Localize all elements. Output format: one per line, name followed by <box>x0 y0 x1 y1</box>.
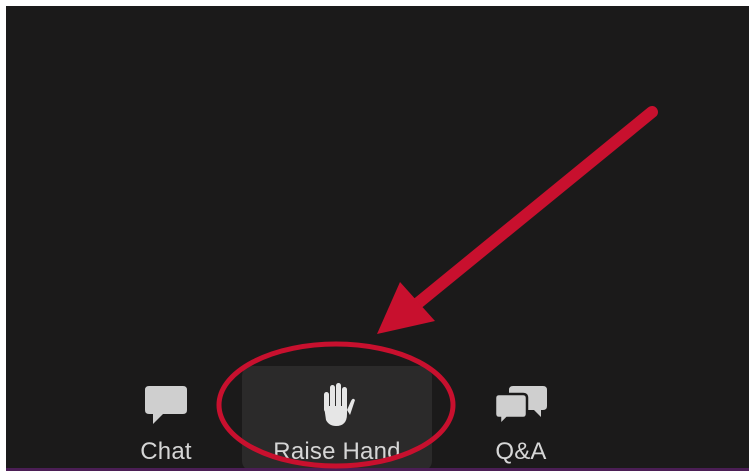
chat-bubble-icon <box>143 384 189 426</box>
raise-hand-label: Raise Hand <box>273 438 401 465</box>
qa-bubbles-icon <box>493 384 549 426</box>
raised-hand-icon <box>317 383 357 426</box>
qa-button[interactable]: Q&A <box>466 366 576 471</box>
raise-hand-button[interactable]: Raise Hand <box>242 366 432 471</box>
meeting-window: Chat Raise Hand Q&A <box>6 6 749 471</box>
qa-label: Q&A <box>495 438 547 465</box>
chat-button[interactable]: Chat <box>116 366 216 471</box>
chat-label: Chat <box>140 438 192 465</box>
bottom-strip <box>6 468 749 471</box>
screenshot-frame: Chat Raise Hand Q&A <box>0 0 755 475</box>
